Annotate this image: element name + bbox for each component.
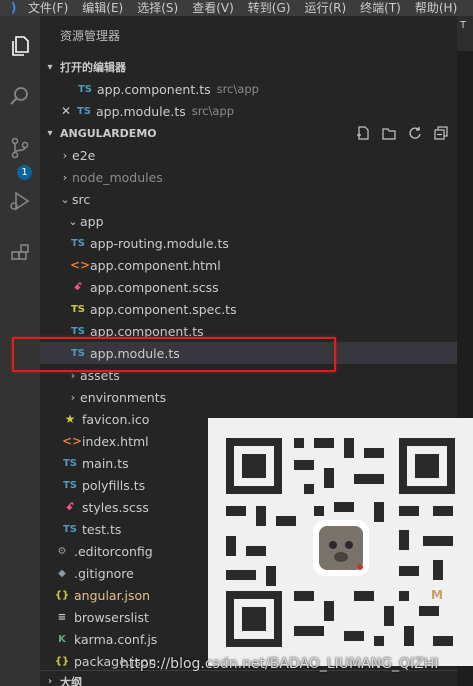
html-file-icon: <> bbox=[62, 434, 83, 448]
open-editor-path: src\app bbox=[216, 82, 259, 96]
file-label: app.component.scss bbox=[90, 279, 219, 295]
blog-watermark: https://blog.csdn.net/BADAO_LIUMANG_QIZH… bbox=[120, 656, 439, 672]
extensions-icon[interactable] bbox=[0, 234, 40, 274]
close-icon[interactable]: ✕ bbox=[58, 104, 74, 118]
folder-label: src bbox=[72, 191, 91, 207]
chevron-right-icon: › bbox=[62, 170, 68, 184]
test-typescript-file-icon: TS bbox=[70, 303, 86, 315]
open-editor-item[interactable]: ✕ TS app.module.ts src\app bbox=[40, 100, 457, 122]
typescript-file-icon: TS bbox=[62, 479, 78, 491]
collapse-all-icon[interactable] bbox=[433, 125, 449, 141]
chevron-down-icon: ⌄ bbox=[68, 214, 78, 228]
file-label: app.component.spec.ts bbox=[90, 301, 237, 317]
menu-file[interactable]: 文件(F) bbox=[28, 0, 68, 16]
file-label: test.ts bbox=[82, 521, 122, 537]
open-editor-path: src\app bbox=[191, 104, 235, 118]
file-label: favicon.ico bbox=[82, 411, 150, 427]
menu-view[interactable]: 查看(V) bbox=[192, 0, 234, 16]
karma-file-icon: K bbox=[58, 633, 66, 645]
folder-label: app bbox=[80, 213, 104, 229]
typescript-file-icon: TS bbox=[70, 325, 86, 337]
tree-file[interactable]: ꗃ app.component.scss bbox=[40, 276, 457, 298]
menu-terminal[interactable]: 终端(T) bbox=[360, 0, 401, 16]
tree-folder-src[interactable]: ⌄ src bbox=[40, 188, 457, 210]
explorer-toolbar bbox=[355, 125, 449, 141]
file-label: styles.scss bbox=[82, 499, 149, 515]
tree-file[interactable]: TS app.component.spec.ts bbox=[40, 298, 457, 320]
typescript-file-icon: TS bbox=[70, 237, 86, 249]
file-label: angular.json bbox=[74, 587, 151, 603]
menu-edit[interactable]: 编辑(E) bbox=[82, 0, 123, 16]
new-folder-icon[interactable] bbox=[381, 125, 397, 141]
tree-file[interactable]: TS app-routing.module.ts bbox=[40, 232, 457, 254]
chevron-right-icon: › bbox=[70, 390, 76, 404]
folder-label: node_modules bbox=[72, 169, 163, 185]
chevron-down-icon: ▾ bbox=[47, 127, 53, 139]
open-editor-name: app.component.ts bbox=[97, 81, 211, 97]
file-label: .gitignore bbox=[74, 565, 134, 581]
file-label: app.component.html bbox=[90, 257, 221, 273]
git-file-icon: ◆ bbox=[58, 567, 66, 579]
menu-help[interactable]: 帮助(H) bbox=[415, 0, 457, 16]
file-label: main.ts bbox=[82, 455, 129, 471]
open-editors-label: 打开的编辑器 bbox=[60, 61, 126, 74]
folder-label: environments bbox=[80, 389, 167, 405]
tree-folder-e2e[interactable]: › e2e bbox=[40, 144, 457, 166]
tree-folder-app[interactable]: ⌄ app bbox=[40, 210, 457, 232]
settings-file-icon: ⚙ bbox=[57, 545, 67, 557]
tree-folder-node-modules[interactable]: › node_modules bbox=[40, 166, 457, 188]
tree-folder-environments[interactable]: › environments bbox=[40, 386, 457, 408]
new-file-icon[interactable] bbox=[355, 125, 371, 141]
file-label: .editorconfig bbox=[74, 543, 153, 559]
annotation-highlight-box bbox=[12, 337, 336, 372]
list-file-icon: ≡ bbox=[57, 611, 67, 623]
chevron-down-icon: ▾ bbox=[47, 61, 53, 73]
json-file-icon: {} bbox=[54, 655, 70, 667]
typescript-file-icon: TS bbox=[76, 105, 92, 117]
typescript-file-icon: TS bbox=[62, 523, 78, 535]
menu-bar: ⟩ 文件(F) 编辑(E) 选择(S) 查看(V) 转到(G) 运行(R) 终端… bbox=[0, 0, 473, 16]
qr-code-image bbox=[218, 430, 463, 655]
menu-run[interactable]: 运行(R) bbox=[304, 0, 346, 16]
scm-count-badge: 1 bbox=[17, 165, 32, 180]
sass-file-icon: ꗃ bbox=[74, 281, 82, 293]
project-name: ANGULARDEMO bbox=[60, 126, 157, 140]
sidebar-title: 资源管理器 bbox=[60, 29, 121, 43]
file-label: karma.conf.js bbox=[74, 631, 158, 647]
chevron-right-icon: › bbox=[47, 676, 53, 686]
project-header[interactable]: ▾ ANGULARDEMO bbox=[40, 122, 457, 144]
vscode-logo-icon: ⟩ bbox=[11, 0, 17, 16]
file-label: polyfills.ts bbox=[82, 477, 146, 493]
explorer-icon[interactable] bbox=[0, 26, 40, 66]
outline-header[interactable]: › 大纲 bbox=[40, 670, 457, 686]
run-debug-icon[interactable] bbox=[0, 181, 40, 221]
typescript-file-icon: TS bbox=[77, 83, 93, 95]
editor-tab[interactable]: T bbox=[457, 16, 473, 51]
typescript-file-icon: TS bbox=[62, 457, 78, 469]
sass-file-icon: ꗃ bbox=[66, 501, 74, 513]
search-icon[interactable] bbox=[0, 76, 40, 116]
refresh-icon[interactable] bbox=[407, 125, 423, 141]
chevron-down-icon: ⌄ bbox=[60, 192, 70, 206]
html-file-icon: <> bbox=[70, 258, 91, 272]
qr-code-overlay: M bbox=[208, 418, 473, 666]
json-file-icon: {} bbox=[54, 589, 70, 601]
open-editor-name: app.module.ts bbox=[96, 103, 186, 119]
menu-go[interactable]: 转到(G) bbox=[248, 0, 291, 16]
menu-selection[interactable]: 选择(S) bbox=[137, 0, 178, 16]
chevron-right-icon: › bbox=[62, 148, 68, 162]
star-icon: ★ bbox=[64, 412, 76, 426]
outline-label: 大纲 bbox=[60, 675, 82, 686]
open-editors-header[interactable]: ▾ 打开的编辑器 bbox=[40, 56, 457, 78]
file-label: browserslist bbox=[74, 609, 149, 625]
file-label: index.html bbox=[82, 433, 149, 449]
open-editor-item[interactable]: TS app.component.ts src\app bbox=[40, 78, 457, 100]
tree-file[interactable]: <> app.component.html bbox=[40, 254, 457, 276]
folder-label: e2e bbox=[72, 147, 96, 163]
file-label: app-routing.module.ts bbox=[90, 235, 229, 251]
source-control-icon[interactable] bbox=[0, 128, 40, 168]
qr-letter-mark: M bbox=[431, 588, 443, 602]
